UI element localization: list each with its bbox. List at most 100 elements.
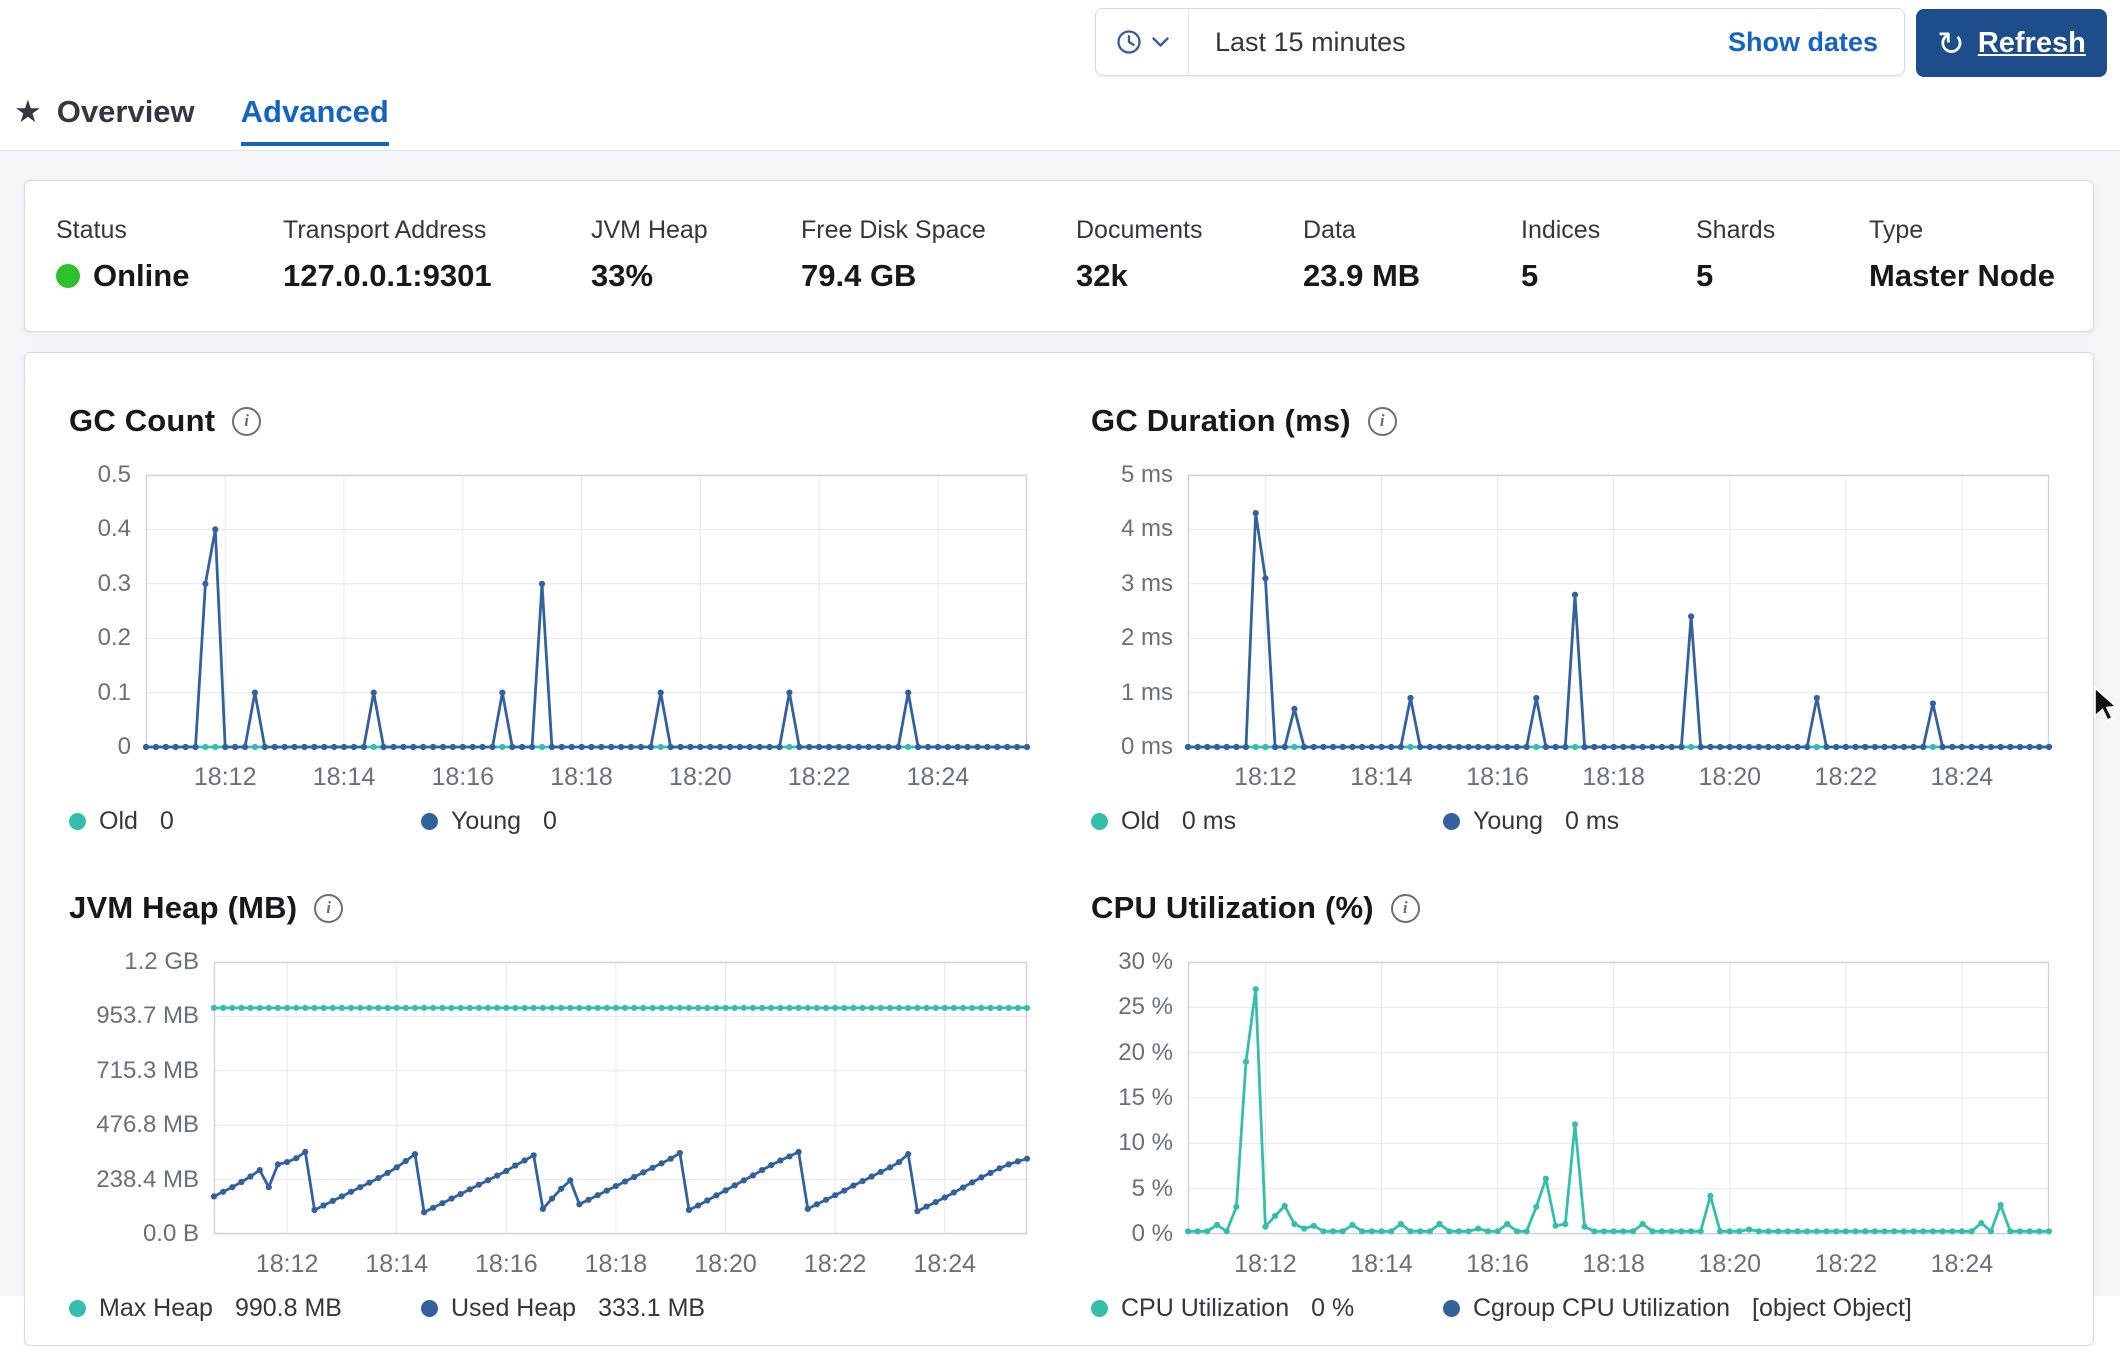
status-item-label: JVM Heap [591,216,708,245]
mouse-cursor [2092,686,2120,724]
info-icon[interactable]: i [1391,894,1420,923]
x-tick-label: 18:18 [550,763,613,792]
y-tick-label: 476.8 MB [96,1111,199,1139]
y-axis-labels: 30 %25 %20 %15 %10 %5 %0 % [1091,962,1173,1234]
time-picker-quick-menu-button[interactable] [1096,9,1189,75]
status-item-label: Type [1869,216,2055,245]
x-tick-label: 18:24 [907,763,970,792]
tab-advanced-label: Advanced [241,94,389,129]
x-tick-label: 18:18 [585,1250,648,1279]
legend-series-value: [object Object] [1752,1294,1912,1323]
legend-item-young[interactable]: Young 0 [421,807,1027,836]
x-tick-label: 18:22 [788,763,851,792]
chart-title: GC Count [69,403,215,439]
x-tick-label: 18:12 [1234,763,1297,792]
x-tick-label: 18:14 [1350,763,1413,792]
status-item-value: 5 [1696,258,1775,294]
chart-title: GC Duration (ms) [1091,403,1351,439]
node-status-bar: StatusOnlineTransport Address127.0.0.1:9… [24,180,2094,332]
x-axis-labels: 18:1218:1418:1618:1818:2018:2218:24 [146,759,1027,801]
legend-item-max-heap[interactable]: Max Heap 990.8 MB [69,1294,421,1323]
x-axis-labels: 18:1218:1418:1618:1818:2018:2218:24 [1188,1246,2049,1288]
status-item-label: Data [1303,216,1420,245]
y-tick-label: 5 % [1132,1175,1173,1203]
refresh-button[interactable]: ↻ Refresh [1916,9,2107,77]
legend-series-name: Used Heap [451,1294,576,1323]
y-tick-label: 0.4 [98,515,131,543]
status-item-value: 23.9 MB [1303,258,1420,294]
x-tick-label: 18:22 [804,1250,867,1279]
x-tick-label: 18:16 [431,763,494,792]
chart-gc-duration: GC Duration (ms)i 5 ms4 ms3 ms2 ms1 ms0 … [1091,403,2049,836]
y-tick-label: 0.3 [98,570,131,598]
legend-series-name: Young [451,807,521,836]
legend-item-cpu-utilization[interactable]: CPU Utilization 0 % [1091,1294,1443,1323]
legend-item-cgroup-cpu-utilization[interactable]: Cgroup CPU Utilization[object Object] [1443,1294,2049,1323]
status-item-jvm-heap: JVM Heap 33% [591,216,708,294]
legend-series-value: 0 [543,807,557,836]
legend-series-dot [421,1300,438,1317]
legend-series-dot [1091,1300,1108,1317]
legend-series-name: CPU Utilization [1121,1294,1289,1323]
time-range-value[interactable]: Last 15 minutes [1215,27,1406,58]
status-item-value: 33% [591,258,708,294]
legend-item-used-heap[interactable]: Used Heap333.1 MB [421,1294,1027,1323]
x-tick-label: 18:24 [1931,1250,1994,1279]
y-tick-label: 238.4 MB [96,1166,199,1194]
info-icon[interactable]: i [1368,407,1397,436]
line-chart-canvas [1188,475,2049,747]
y-axis-labels: 5 ms4 ms3 ms2 ms1 ms0 ms [1091,475,1173,747]
header-divider [0,150,2120,151]
legend-series-value: 0 [160,807,174,836]
legend-series-name: Max Heap [99,1294,213,1323]
y-tick-label: 3 ms [1121,570,1173,598]
legend-series-value: 0 ms [1182,807,1236,836]
status-item-label: Free Disk Space [801,216,986,245]
y-tick-label: 4 ms [1121,515,1173,543]
refresh-icon: ↻ [1937,27,1965,60]
y-axis-labels: 1.2 GB953.7 MB715.3 MB476.8 MB238.4 MB0.… [69,962,199,1234]
line-chart-canvas [214,962,1027,1234]
x-tick-label: 18:22 [1815,763,1878,792]
status-item-data: Data 23.9 MB [1303,216,1420,294]
y-tick-label: 10 % [1118,1129,1173,1157]
y-tick-label: 0.2 [98,624,131,652]
x-tick-label: 18:18 [1582,1250,1645,1279]
legend-series-name: Young [1473,807,1543,836]
x-tick-label: 18:22 [1815,1250,1878,1279]
legend-series-dot [1443,1300,1460,1317]
legend-series-dot [1443,813,1460,830]
x-tick-label: 18:16 [1466,1250,1529,1279]
legend-series-value: 0 % [1311,1294,1354,1323]
time-picker[interactable]: Last 15 minutes Show dates [1095,8,1905,76]
legend-item-old[interactable]: Old0 ms [1091,807,1443,836]
y-tick-label: 5 ms [1121,461,1173,489]
legend-item-young[interactable]: Young 0 ms [1443,807,2049,836]
chart-gc-count: GC Counti 0.50.40.30.20.10 18:1218:1418:… [69,403,1027,836]
info-icon[interactable]: i [314,894,343,923]
show-dates-link[interactable]: Show dates [1728,27,1878,58]
tab-overview[interactable]: ★ Overview [14,94,195,146]
chart-cpu-utilization: CPU Utilization (%)i 30 %25 %20 %15 %10 … [1091,890,2049,1323]
x-tick-label: 18:24 [914,1250,977,1279]
chart-title: JVM Heap (MB) [69,890,297,926]
status-item-value: 5 [1521,258,1600,294]
status-item-label: Documents [1076,216,1202,245]
x-axis-labels: 18:1218:1418:1618:1818:2018:2218:24 [214,1246,1027,1288]
status-item-label: Shards [1696,216,1775,245]
legend-series-dot [1091,813,1108,830]
chart-legend: Old0 ms Young 0 ms [1091,807,2049,836]
info-icon[interactable]: i [232,407,261,436]
x-tick-label: 18:14 [313,763,376,792]
clock-icon [1115,28,1143,56]
y-tick-label: 2 ms [1121,624,1173,652]
status-item-type: TypeMaster Node [1869,216,2055,294]
chart-legend: Max Heap 990.8 MB Used Heap333.1 MB [69,1294,1027,1323]
x-tick-label: 18:12 [256,1250,319,1279]
legend-series-value: 990.8 MB [235,1294,342,1323]
legend-series-value: 0 ms [1565,807,1619,836]
y-tick-label: 20 % [1118,1039,1173,1067]
tab-advanced[interactable]: Advanced [241,94,389,146]
status-item-free-disk-space: Free Disk Space79.4 GB [801,216,986,294]
legend-item-old[interactable]: Old0 [69,807,421,836]
